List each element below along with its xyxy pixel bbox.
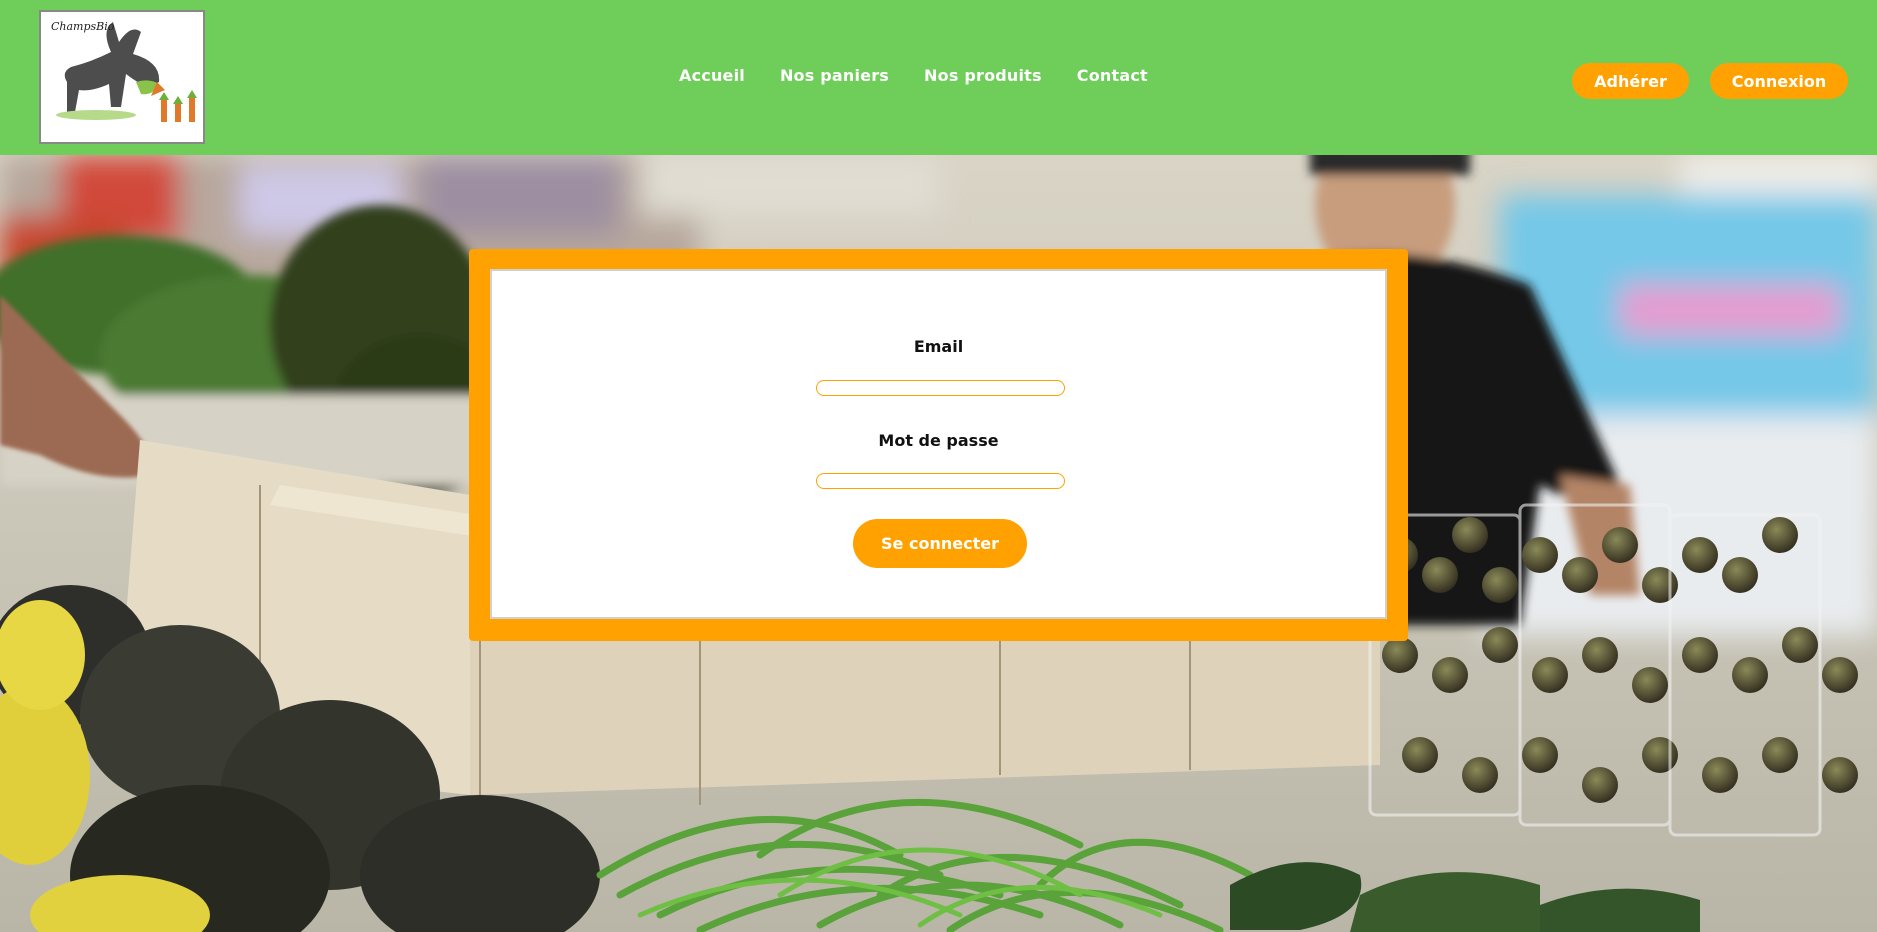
join-button[interactable]: Adhérer bbox=[1572, 63, 1689, 99]
nav-link-accueil[interactable]: Accueil bbox=[679, 66, 745, 85]
nav-link-nos-produits[interactable]: Nos produits bbox=[924, 66, 1042, 85]
login-card-frame: Email Mot de passe Se connecter bbox=[469, 249, 1408, 641]
password-label: Mot de passe bbox=[878, 431, 999, 450]
main-nav: Accueil Nos paniers Nos produits Contact bbox=[679, 66, 1148, 85]
email-field[interactable] bbox=[816, 380, 1065, 396]
nav-link-contact[interactable]: Contact bbox=[1077, 66, 1148, 85]
logo-text: ChampsBio bbox=[51, 20, 115, 33]
site-logo[interactable]: ChampsBio bbox=[39, 10, 205, 144]
nav-link-nos-paniers[interactable]: Nos paniers bbox=[780, 66, 889, 85]
site-header: ChampsBio Accueil Nos paniers Nos produi… bbox=[0, 0, 1877, 155]
login-form: Email Mot de passe Se connecter bbox=[490, 269, 1387, 619]
submit-login-button[interactable]: Se connecter bbox=[853, 519, 1027, 568]
email-label: Email bbox=[913, 337, 964, 356]
password-field[interactable] bbox=[816, 473, 1065, 489]
login-header-button[interactable]: Connexion bbox=[1710, 63, 1848, 99]
